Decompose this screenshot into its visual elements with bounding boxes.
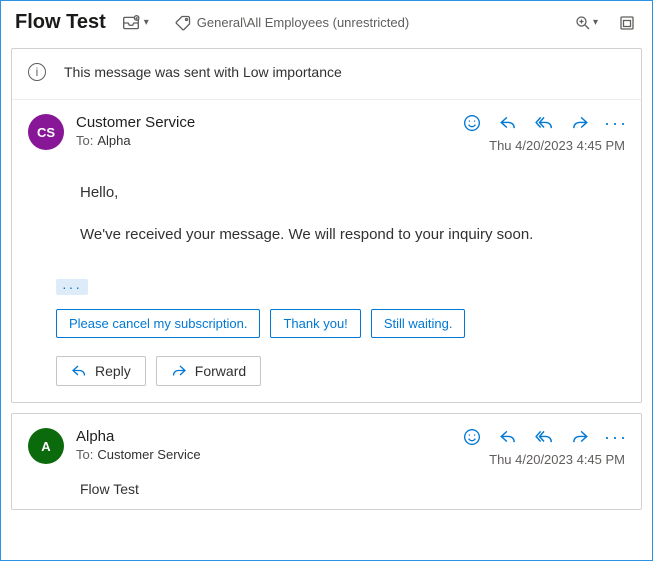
timestamp: Thu 4/20/2023 4:45 PM — [463, 138, 625, 153]
conversation-title: Flow Test — [15, 11, 106, 34]
avatar: A — [28, 428, 64, 464]
recipients-line[interactable]: To: Customer Service — [76, 447, 201, 462]
to-value: Alpha — [97, 133, 130, 148]
pop-out-button[interactable] — [616, 12, 638, 34]
react-icon[interactable] — [463, 428, 481, 446]
pane-header: Flow Test ▾ General\All Employees (unres… — [1, 1, 652, 48]
to-value: Customer Service — [97, 447, 200, 462]
to-label: To: — [76, 133, 93, 148]
suggested-reply-3[interactable]: Still waiting. — [371, 309, 466, 338]
sender-name[interactable]: Alpha — [76, 428, 201, 445]
suggested-reply-1[interactable]: Please cancel my subscription. — [56, 309, 260, 338]
tag-label: General\All Employees (unrestricted) — [197, 15, 409, 30]
message-card-2[interactable]: A Alpha To: Customer Service — [11, 413, 642, 510]
reply-all-icon[interactable] — [535, 428, 553, 446]
notice-text: This message was sent with Low importanc… — [64, 64, 342, 80]
reply-label: Reply — [95, 363, 131, 379]
reply-forward-row: Reply Forward — [12, 356, 641, 402]
sensitivity-tag[interactable]: General\All Employees (unrestricted) — [175, 15, 409, 31]
importance-notice: i This message was sent with Low importa… — [12, 49, 641, 100]
message-header: CS Customer Service To: Alpha — [12, 100, 641, 153]
suggested-reply-2[interactable]: Thank you! — [270, 309, 360, 338]
forward-label: Forward — [195, 363, 246, 379]
avatar: CS — [28, 114, 64, 150]
show-trimmed-button[interactable]: ··· — [56, 279, 88, 295]
message-actions: ··· — [463, 428, 625, 446]
message-body: Flow Test — [12, 467, 641, 509]
info-icon: i — [28, 63, 46, 81]
message-actions: ··· — [463, 114, 625, 132]
reply-icon[interactable] — [499, 114, 517, 132]
more-actions-icon[interactable]: ··· — [607, 428, 625, 446]
reply-all-icon[interactable] — [535, 114, 553, 132]
forward-button[interactable]: Forward — [156, 356, 261, 386]
sender-name[interactable]: Customer Service — [76, 114, 195, 131]
forward-icon[interactable] — [571, 114, 589, 132]
tag-icon — [175, 15, 191, 31]
message-header: A Alpha To: Customer Service — [12, 414, 641, 467]
body-text: We've received your message. We will res… — [80, 223, 625, 247]
chevron-down-icon: ▾ — [593, 17, 598, 28]
message-card-1: i This message was sent with Low importa… — [11, 48, 642, 403]
reply-button[interactable]: Reply — [56, 356, 146, 386]
more-actions-icon[interactable]: ··· — [607, 114, 625, 132]
archive-group[interactable]: ▾ — [120, 12, 149, 34]
message-body: Hello, We've received your message. We w… — [12, 153, 641, 279]
body-greeting: Hello, — [80, 181, 625, 205]
email-reading-pane: Flow Test ▾ General\All Employees (unres… — [0, 0, 653, 561]
chevron-down-icon: ▾ — [144, 17, 149, 28]
reply-icon[interactable] — [499, 428, 517, 446]
suggested-replies: Please cancel my subscription. Thank you… — [12, 309, 641, 356]
to-label: To: — [76, 447, 93, 462]
react-icon[interactable] — [463, 114, 481, 132]
recipients-line[interactable]: To: Alpha — [76, 133, 195, 148]
inbox-icon — [120, 12, 142, 34]
zoom-button[interactable]: ▾ — [575, 15, 598, 31]
search-icon — [575, 15, 591, 31]
timestamp: Thu 4/20/2023 4:45 PM — [463, 452, 625, 467]
forward-icon[interactable] — [571, 428, 589, 446]
